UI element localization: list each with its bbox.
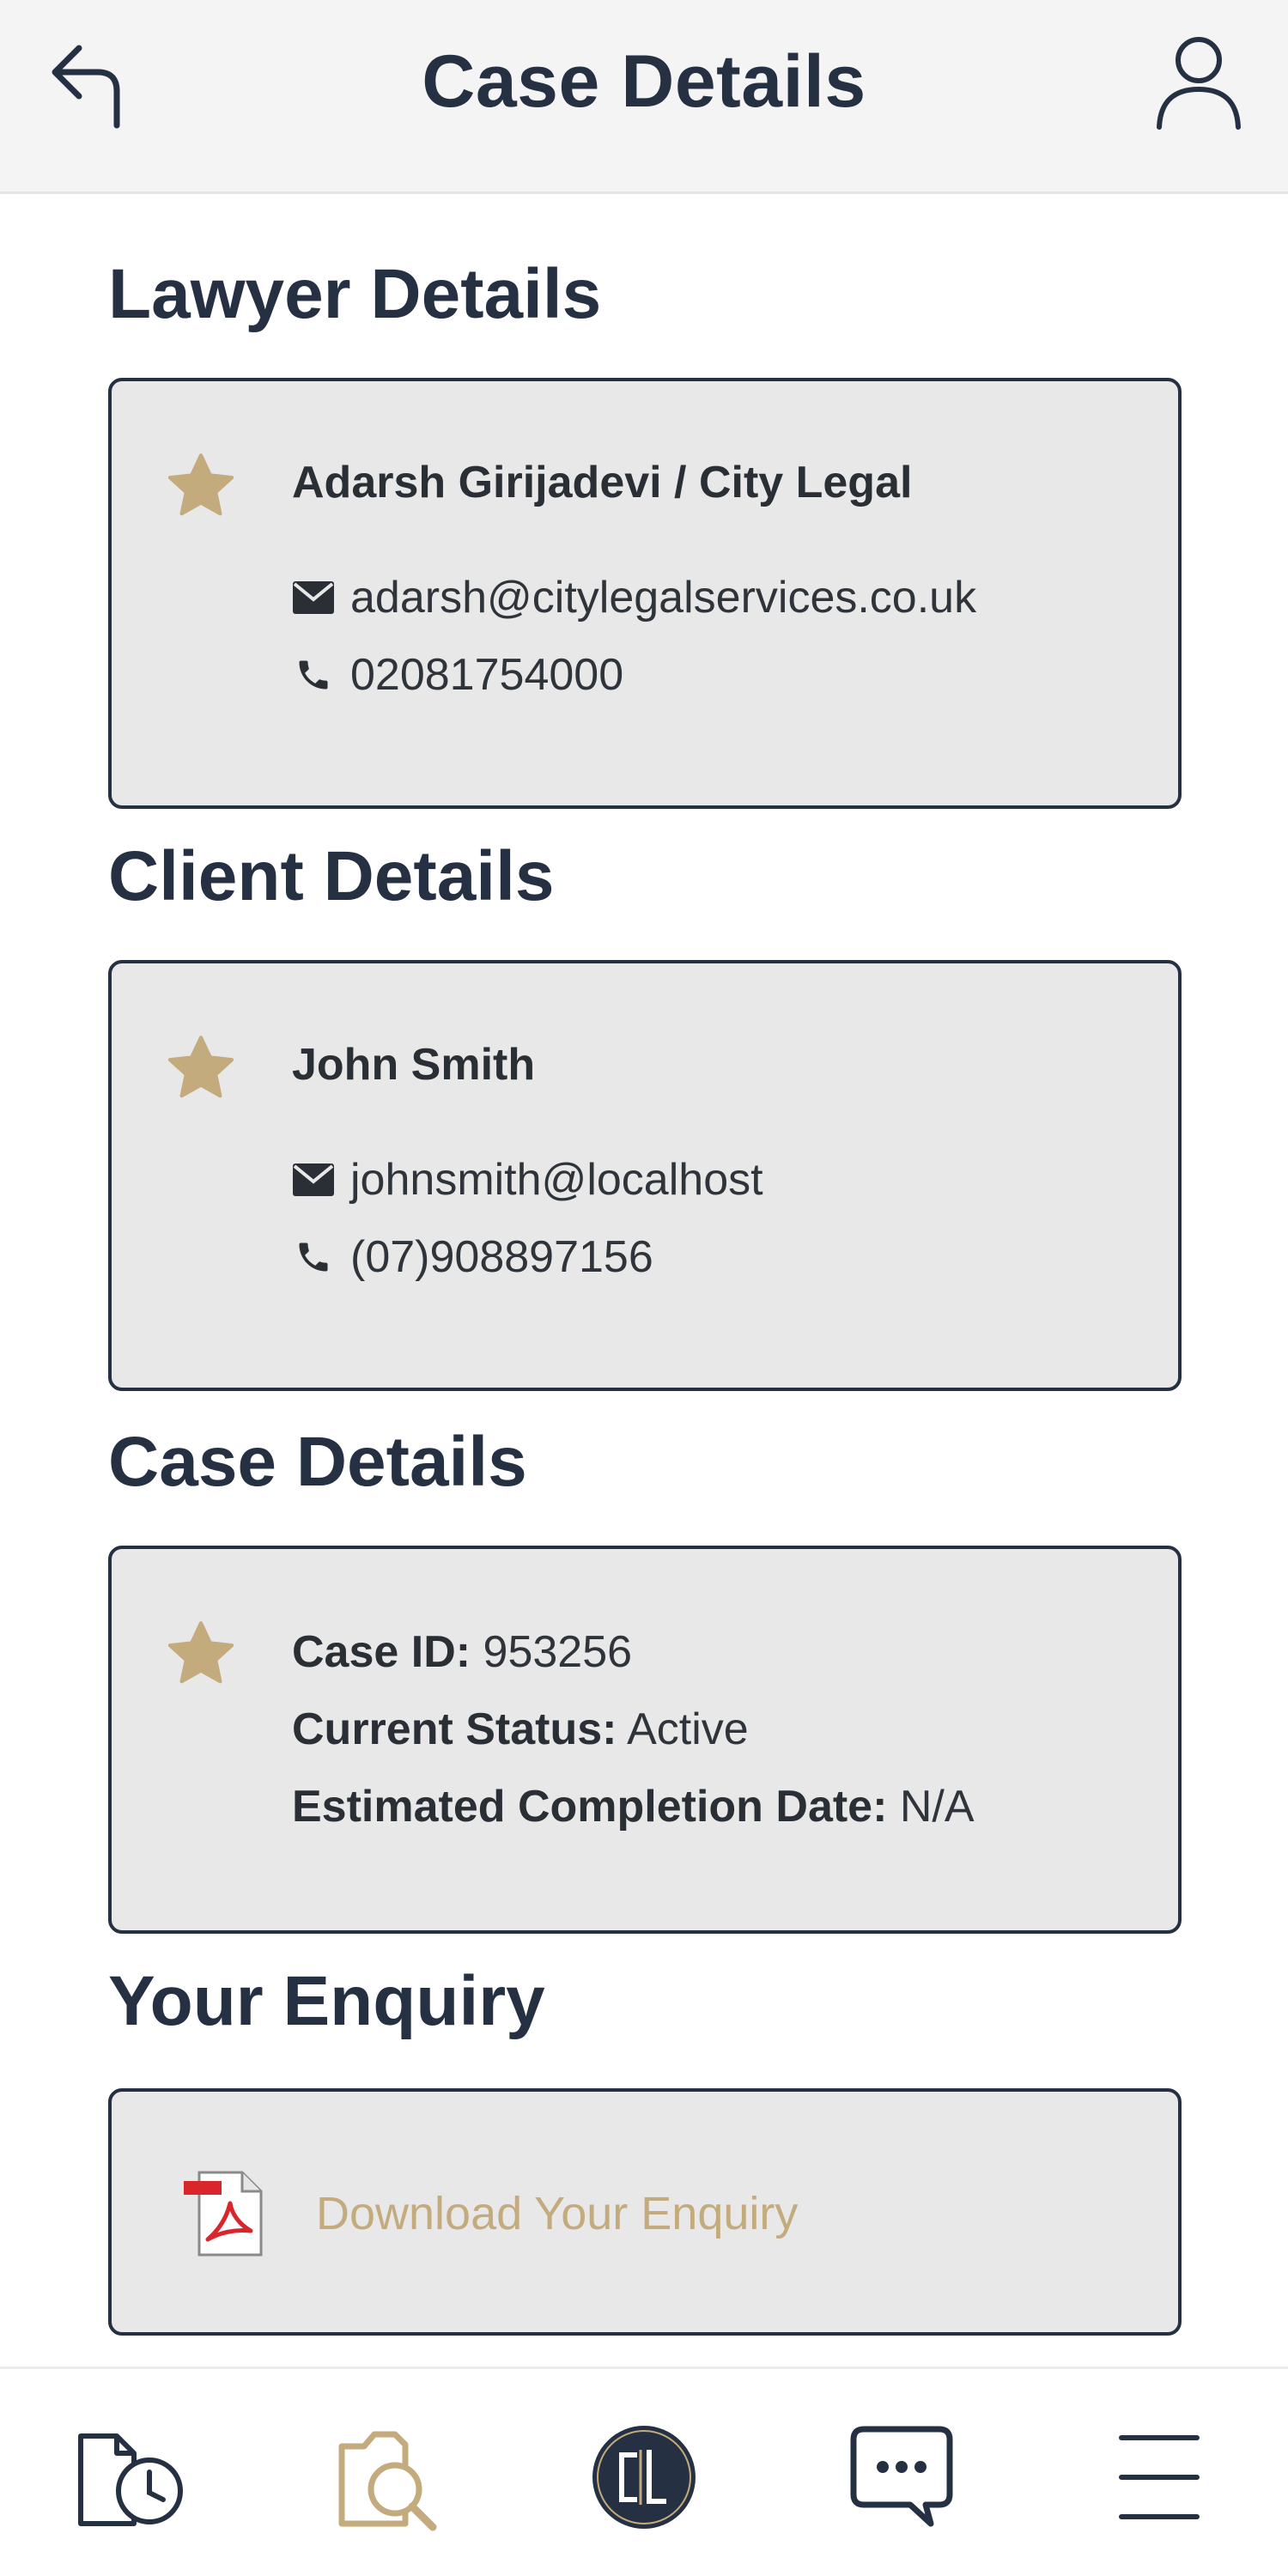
lawyer-section-title: Lawyer Details xyxy=(108,255,602,333)
case-status-label: Current Status: xyxy=(292,1704,617,1754)
star-icon xyxy=(167,1036,234,1098)
case-id-label: Case ID: xyxy=(292,1627,471,1677)
user-profile-icon[interactable] xyxy=(1151,31,1247,134)
case-search-icon[interactable] xyxy=(326,2417,447,2537)
client-name: John Smith xyxy=(292,1040,536,1090)
case-completion-value: N/A xyxy=(899,1782,975,1832)
case-id-row: Case ID: 953256 xyxy=(292,1626,632,1678)
enquiry-section-title: Your Enquiry xyxy=(108,1962,545,2040)
case-status-row: Current Status: Active xyxy=(292,1704,749,1755)
enquiry-card: Download Your Enquiry xyxy=(108,2088,1182,2336)
email-icon xyxy=(293,581,334,614)
client-card: John Smith johnsmith@localhost (07)90889… xyxy=(108,960,1182,1391)
lawyer-phone-row[interactable]: 02081754000 xyxy=(292,649,623,701)
case-card: Case ID: 953256 Current Status: Active E… xyxy=(108,1546,1182,1934)
case-completion-row: Estimated Completion Date: N/A xyxy=(292,1781,975,1832)
messages-icon[interactable] xyxy=(841,2417,962,2537)
lawyer-phone: 02081754000 xyxy=(350,650,624,700)
lawyer-name: Adarsh Girijadevi / City Legal xyxy=(292,458,913,507)
phone-icon xyxy=(299,1242,328,1272)
case-section-title: Case Details xyxy=(108,1423,527,1501)
menu-icon[interactable] xyxy=(1099,2417,1219,2537)
client-phone: (07)908897156 xyxy=(350,1232,653,1282)
star-icon xyxy=(167,1621,234,1684)
case-completion-label: Estimated Completion Date: xyxy=(292,1782,888,1832)
client-section-title: Client Details xyxy=(108,837,555,915)
lawyer-email: adarsh@citylegalservices.co.uk xyxy=(350,573,977,623)
download-enquiry-label: Download Your Enquiry xyxy=(316,2188,799,2239)
phone-icon xyxy=(299,660,328,690)
case-id-value: 953256 xyxy=(483,1627,633,1677)
email-icon xyxy=(293,1163,334,1196)
bottom-navigation xyxy=(0,2366,1288,2576)
client-email-row[interactable]: johnsmith@localhost xyxy=(292,1154,763,1206)
case-history-icon[interactable] xyxy=(69,2417,189,2537)
app-header: Case Details xyxy=(0,0,1288,194)
pdf-file-icon xyxy=(184,2171,263,2257)
star-icon xyxy=(167,453,234,516)
lawyer-card: Adarsh Girijadevi / City Legal adarsh@ci… xyxy=(108,378,1182,809)
scroll-content[interactable]: Lawyer Details Adarsh Girijadevi / City … xyxy=(0,194,1288,2366)
client-phone-row[interactable]: (07)908897156 xyxy=(292,1231,653,1283)
client-email: johnsmith@localhost xyxy=(350,1155,763,1205)
case-status-value: Active xyxy=(627,1704,749,1754)
page-title: Case Details xyxy=(422,40,866,123)
city-legal-logo-icon[interactable] xyxy=(584,2417,704,2537)
download-enquiry-button[interactable]: Download Your Enquiry xyxy=(182,2169,798,2258)
lawyer-email-row[interactable]: adarsh@citylegalservices.co.uk xyxy=(292,572,976,623)
